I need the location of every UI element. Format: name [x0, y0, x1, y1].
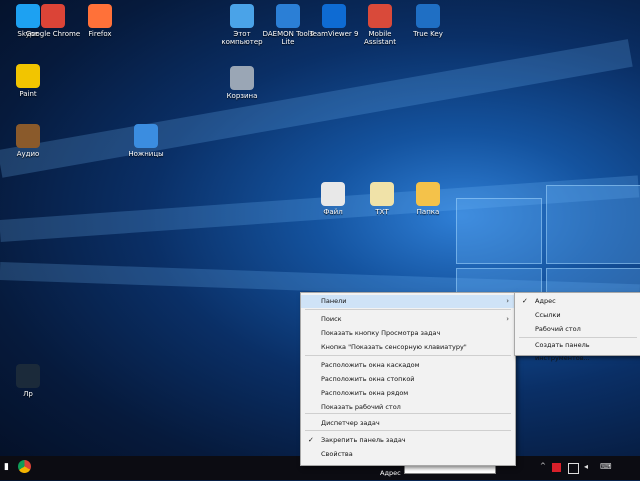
- wallpaper-window-pane: [456, 198, 542, 264]
- txt-file-icon: [370, 182, 394, 206]
- context-menu-item-label: Расположить окна каскадом: [321, 361, 420, 369]
- desktop-icon-label: Ножницы: [128, 150, 164, 158]
- context-menu-item-label: Показать рабочий стол: [321, 403, 401, 411]
- desktop-icon-label: True Key: [413, 30, 443, 38]
- submenu-item[interactable]: Рабочий стол: [515, 323, 640, 336]
- network-icon[interactable]: [568, 463, 579, 474]
- firefox-icon: [88, 4, 112, 28]
- menu-separator: [305, 355, 511, 356]
- desktop-icon-label: Папка: [416, 208, 440, 216]
- context-menu-item[interactable]: Расположить окна каскадом: [301, 359, 515, 372]
- desktop-icon-label: Файл: [323, 208, 343, 216]
- context-menu-item[interactable]: Расположить окна стопкой: [301, 373, 515, 386]
- context-menu-item[interactable]: ✓ Закрепить панель задач: [301, 434, 515, 447]
- start-button[interactable]: ▮: [0, 456, 18, 480]
- computer-icon: [230, 4, 254, 28]
- checkmark-icon: ✓: [308, 436, 314, 444]
- submenu-item-label: Адрес: [535, 297, 556, 305]
- chevron-right-icon: ›: [506, 297, 509, 305]
- submenu-item[interactable]: Ссылки: [515, 309, 640, 322]
- wallpaper-beam: [0, 39, 633, 178]
- folder-icon: [416, 182, 440, 206]
- taskbar-context-menu: Панели › Поиск › Показать кнопку Просмотра з…: [300, 292, 516, 466]
- system-tray: ^ ◂ ⌨: [540, 460, 640, 476]
- desktop-icon[interactable]: Файл: [305, 182, 361, 216]
- desktop-icon-label: Paint: [19, 90, 37, 98]
- context-menu-item-label: Кнопка "Показать сенсорную клавиатуру": [321, 343, 467, 351]
- menu-separator: [305, 430, 511, 431]
- context-menu-item-label: Поиск: [321, 315, 342, 323]
- submenu-item-label: Ссылки: [535, 311, 561, 319]
- chevron-up-icon[interactable]: ^: [540, 462, 546, 470]
- teamviewer-icon: [322, 4, 346, 28]
- submenu-item-label: Рабочий стол: [535, 325, 581, 333]
- mobile-assistant-icon: [368, 4, 392, 28]
- taskbar-chrome-button[interactable]: [18, 460, 34, 476]
- desktop-icon-label: Лр: [23, 390, 33, 398]
- toolbars-submenu: ✓ Адрес Ссылки Рабочий стол Создать панель и…: [514, 292, 640, 362]
- recycle-bin-icon: [230, 66, 254, 90]
- daemon-tools-icon: [276, 4, 300, 28]
- volume-icon[interactable]: ◂: [584, 462, 588, 471]
- context-menu-item[interactable]: Кнопка "Показать сенсорную клавиатуру": [301, 341, 515, 354]
- submenu-item-label: Создать панель инструментов...: [535, 341, 590, 362]
- context-menu-item[interactable]: Показать рабочий стол: [301, 401, 515, 414]
- submenu-item[interactable]: ✓ Адрес: [515, 295, 640, 308]
- menu-separator: [519, 337, 637, 338]
- keyboard-icon[interactable]: ⌨: [600, 462, 612, 471]
- context-menu-item-label: Свойства: [321, 450, 353, 458]
- address-label: Адрес: [380, 469, 401, 477]
- submenu-item[interactable]: Создать панель инструментов...: [515, 339, 640, 362]
- desktop-icon-label: Аудио: [16, 150, 40, 158]
- chrome-icon: [41, 4, 65, 28]
- desktop-icon-label: Корзина: [226, 92, 258, 100]
- context-menu-item-label: Показать кнопку Просмотра задач: [321, 329, 441, 337]
- context-menu-item-label: Расположить окна стопкой: [321, 375, 415, 383]
- desktop-icon[interactable]: Папка: [400, 182, 456, 216]
- desktop-icon-label: Firefox: [88, 30, 112, 38]
- desktop-icon[interactable]: Ножницы: [118, 124, 174, 158]
- chevron-right-icon: ›: [506, 315, 509, 323]
- context-menu-item[interactable]: Расположить окна рядом: [301, 387, 515, 400]
- desktop-icon[interactable]: Лр: [0, 364, 56, 398]
- file-icon: [321, 182, 345, 206]
- desktop-icon[interactable]: True Key: [400, 4, 456, 38]
- paint-icon: [16, 64, 40, 88]
- adobe-icon[interactable]: [552, 463, 561, 472]
- audio-icon: [16, 124, 40, 148]
- menu-separator: [305, 309, 511, 310]
- context-menu-item[interactable]: Диспетчер задач: [301, 417, 515, 430]
- lightroom-icon: [16, 364, 40, 388]
- wallpaper-window-pane: [546, 185, 640, 264]
- desktop-icon[interactable]: Firefox: [72, 4, 128, 38]
- windows-icon: ▮: [4, 462, 9, 472]
- desktop-icon[interactable]: Корзина: [214, 66, 270, 100]
- context-menu-item[interactable]: Свойства: [301, 448, 515, 461]
- desktop-icon[interactable]: Paint: [0, 64, 56, 98]
- context-menu-item[interactable]: Поиск ›: [301, 313, 515, 326]
- desktop-icon[interactable]: Аудио: [0, 124, 56, 158]
- context-menu-item-label: Диспетчер задач: [321, 419, 380, 427]
- chrome-icon: [18, 460, 31, 473]
- checkmark-icon: ✓: [522, 297, 528, 305]
- context-menu-item[interactable]: Панели ›: [301, 295, 515, 308]
- snipping-tool-icon: [134, 124, 158, 148]
- context-menu-item-label: Панели: [321, 297, 347, 305]
- context-menu-item[interactable]: Показать кнопку Просмотра задач: [301, 327, 515, 340]
- context-menu-item-label: Закрепить панель задач: [321, 436, 406, 444]
- context-menu-item-label: Расположить окна рядом: [321, 389, 409, 397]
- true-key-icon: [416, 4, 440, 28]
